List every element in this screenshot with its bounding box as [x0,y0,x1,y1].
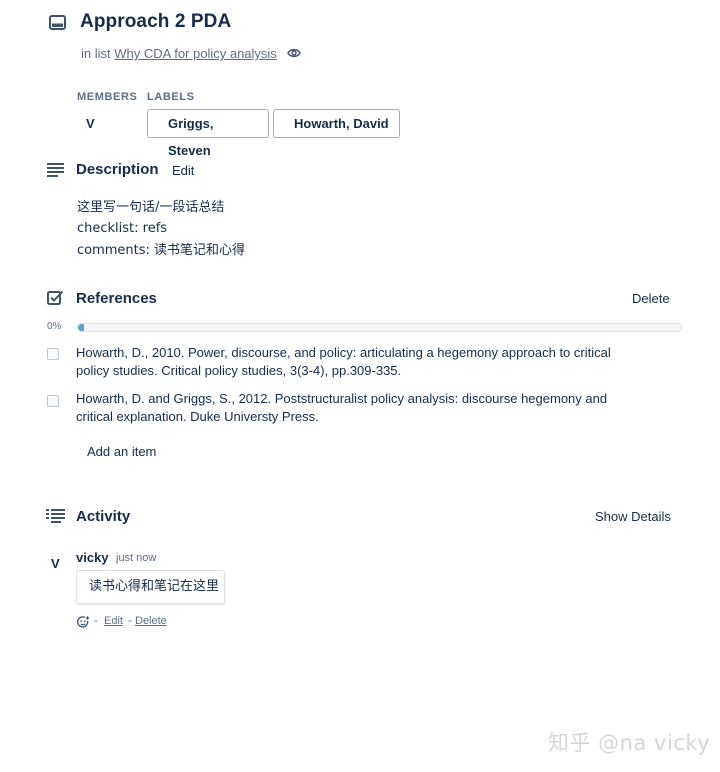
comment-author[interactable]: vicky [76,550,109,565]
members-heading: MEMBERS [77,91,138,103]
checklist-item-checkbox[interactable] [47,395,59,407]
description-text[interactable]: checklist: refs [77,221,167,236]
add-checklist-item-button[interactable]: Add an item [87,444,156,459]
comment-edit-link[interactable]: Edit [104,615,123,627]
checklist-item-text[interactable]: Howarth, D. and Griggs, S., 2012. Postst… [76,390,616,426]
comment-action-separator: - [94,615,98,627]
checklist-title[interactable]: References [76,290,157,307]
activity-heading: Activity [76,508,131,525]
description-text[interactable]: 这里写一句话/一段话总结 [77,196,224,215]
list-link[interactable]: Why CDA for policy analysis [114,46,277,61]
description-edit-button[interactable]: Edit [172,163,194,178]
checkbox-icon [47,290,64,305]
labels-heading: LABELS [147,91,195,103]
show-details-button[interactable]: Show Details [595,509,671,524]
checklist-delete-button[interactable]: Delete [632,291,670,306]
checklist-item-text[interactable]: Howarth, D., 2010. Power, discourse, and… [76,344,616,380]
comment-delete-link[interactable]: Delete [135,615,167,627]
comment-body: 读书心得和笔记在这里 [76,570,225,604]
comment-action-separator: - [128,615,132,627]
add-reaction-icon[interactable] [77,616,90,629]
label-chip-howarth[interactable]: Howarth, David [273,109,400,138]
description-heading: Description [76,161,159,178]
watermark: 知乎 @na vicky [548,731,711,755]
eye-icon[interactable] [287,47,301,59]
card-title[interactable]: Approach 2 PDA [80,11,231,33]
description-text[interactable]: comments: 读书笔记和心得 [77,239,245,258]
checklist-progress-percent: 0% [47,321,62,332]
checklist-progress-fill [78,324,85,331]
label-chip-griggs[interactable]: Griggs, Steven [147,109,269,158]
card-icon [49,15,66,30]
activity-list-icon [46,509,65,523]
list-breadcrumb: in list Why CDA for policy analysis [81,46,277,61]
description-lines-icon [47,163,64,177]
comment-avatar[interactable]: V [51,556,60,571]
checklist-progress-bar [77,323,682,332]
comment-timestamp[interactable]: just now [116,552,156,564]
checklist-item-checkbox[interactable] [47,348,59,360]
in-list-prefix: in list [81,46,111,61]
member-avatar[interactable]: V [86,116,95,131]
